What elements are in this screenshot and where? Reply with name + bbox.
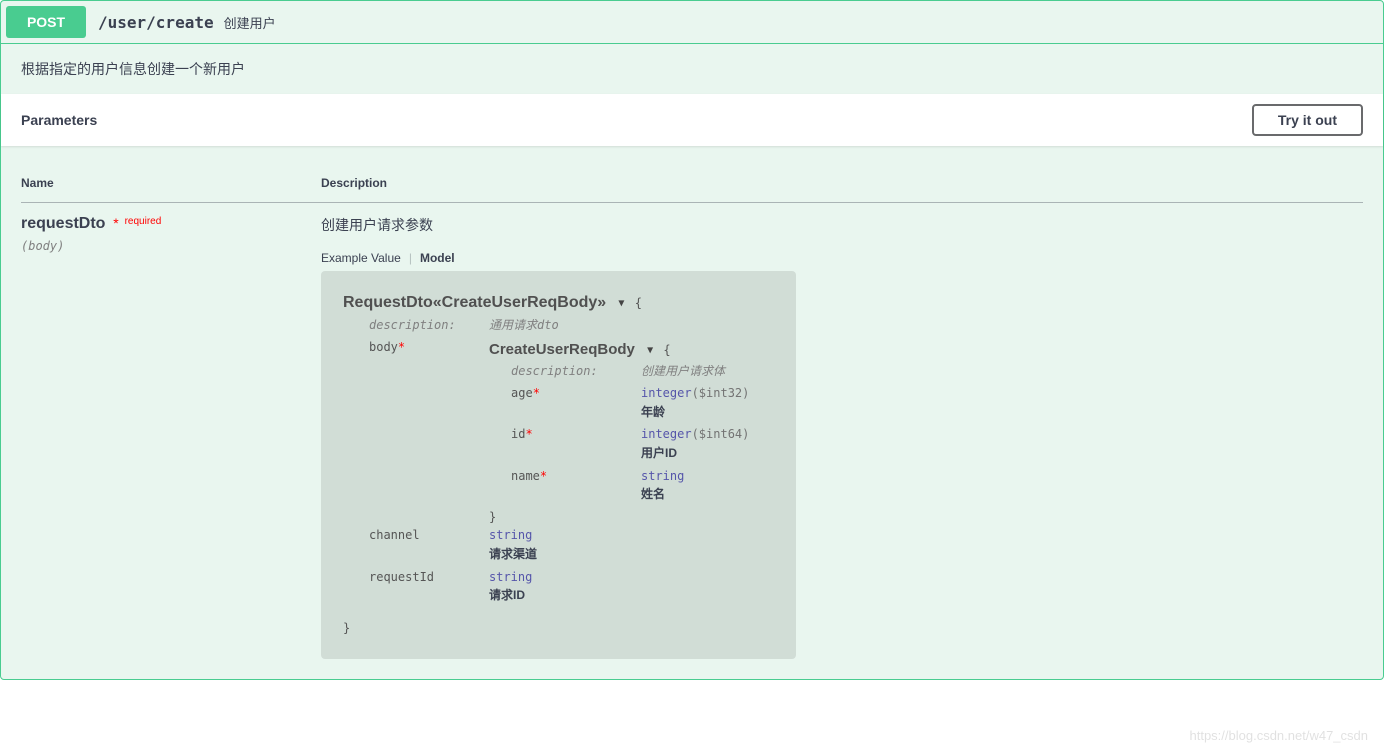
tab-example-value[interactable]: Example Value — [321, 251, 401, 265]
endpoint-summary: 创建用户 — [224, 13, 276, 32]
prop-channel-type: string — [489, 528, 532, 542]
chevron-down-icon[interactable]: ▼ — [618, 296, 624, 312]
open-brace: { — [635, 296, 642, 310]
param-in: (body) — [21, 239, 321, 253]
parameters-table: Name Description requestDto * required (… — [21, 166, 1363, 659]
prop-name-desc: 姓名 — [641, 487, 665, 501]
model-desc-value: 通用请求dto — [489, 316, 559, 335]
model-title: RequestDto«CreateUserReqBody» — [343, 294, 606, 311]
operation-description: 根据指定的用户信息创建一个新用户 — [1, 44, 1383, 94]
http-method-badge: POST — [6, 6, 86, 38]
nested-desc-key: description: — [511, 362, 641, 381]
prop-age-key: age* — [511, 384, 641, 421]
prop-age-desc: 年龄 — [641, 405, 665, 419]
prop-requestid-key: requestId — [369, 568, 489, 605]
tab-separator: | — [409, 251, 412, 265]
prop-body-key: body* — [369, 338, 489, 526]
open-brace: { — [663, 343, 670, 357]
prop-id-type: integer — [641, 427, 692, 441]
watermark: https://blog.csdn.net/w47_csdn — [1189, 728, 1368, 743]
prop-channel-key: channel — [369, 526, 489, 563]
close-brace: } — [489, 510, 496, 524]
prop-channel-desc: 请求渠道 — [489, 547, 537, 561]
table-row: requestDto * required (body) 创建用户请求参数 Ex… — [21, 203, 1363, 660]
prop-requestid-desc: 请求ID — [489, 588, 525, 602]
try-it-out-button[interactable]: Try it out — [1252, 104, 1363, 136]
required-label: required — [123, 216, 162, 227]
param-name: requestDto — [21, 215, 105, 232]
required-star-icon: * — [109, 215, 118, 231]
model-box: RequestDto«CreateUserReqBody» ▼ { descri… — [321, 271, 796, 659]
prop-age-type: integer — [641, 386, 692, 400]
operation-summary[interactable]: POST /user/create 创建用户 — [1, 1, 1383, 44]
param-description: 创建用户请求参数 — [321, 215, 1363, 235]
endpoint-path: /user/create — [98, 13, 214, 32]
chevron-down-icon[interactable]: ▼ — [647, 343, 653, 359]
parameters-body: Name Description requestDto * required (… — [1, 146, 1383, 679]
parameters-title: Parameters — [21, 112, 97, 128]
prop-requestid-type: string — [489, 570, 532, 584]
prop-id-key: id* — [511, 425, 641, 462]
prop-age-format: ($int32) — [692, 386, 750, 400]
tab-model[interactable]: Model — [420, 251, 455, 265]
parameters-header: Parameters Try it out — [1, 94, 1383, 146]
nested-desc-value: 创建用户请求体 — [641, 362, 725, 381]
column-header-name: Name — [21, 166, 321, 203]
operation-block: POST /user/create 创建用户 根据指定的用户信息创建一个新用户 … — [0, 0, 1384, 680]
prop-id-desc: 用户ID — [641, 446, 677, 460]
prop-name-key: name* — [511, 467, 641, 504]
close-brace: } — [343, 621, 350, 635]
model-tabs: Example Value | Model — [321, 251, 1363, 265]
model-desc-key: description: — [369, 316, 489, 335]
nested-model-title: CreateUserReqBody — [489, 341, 635, 358]
column-header-description: Description — [321, 166, 1363, 203]
prop-id-format: ($int64) — [692, 427, 750, 441]
prop-name-type: string — [641, 469, 684, 483]
